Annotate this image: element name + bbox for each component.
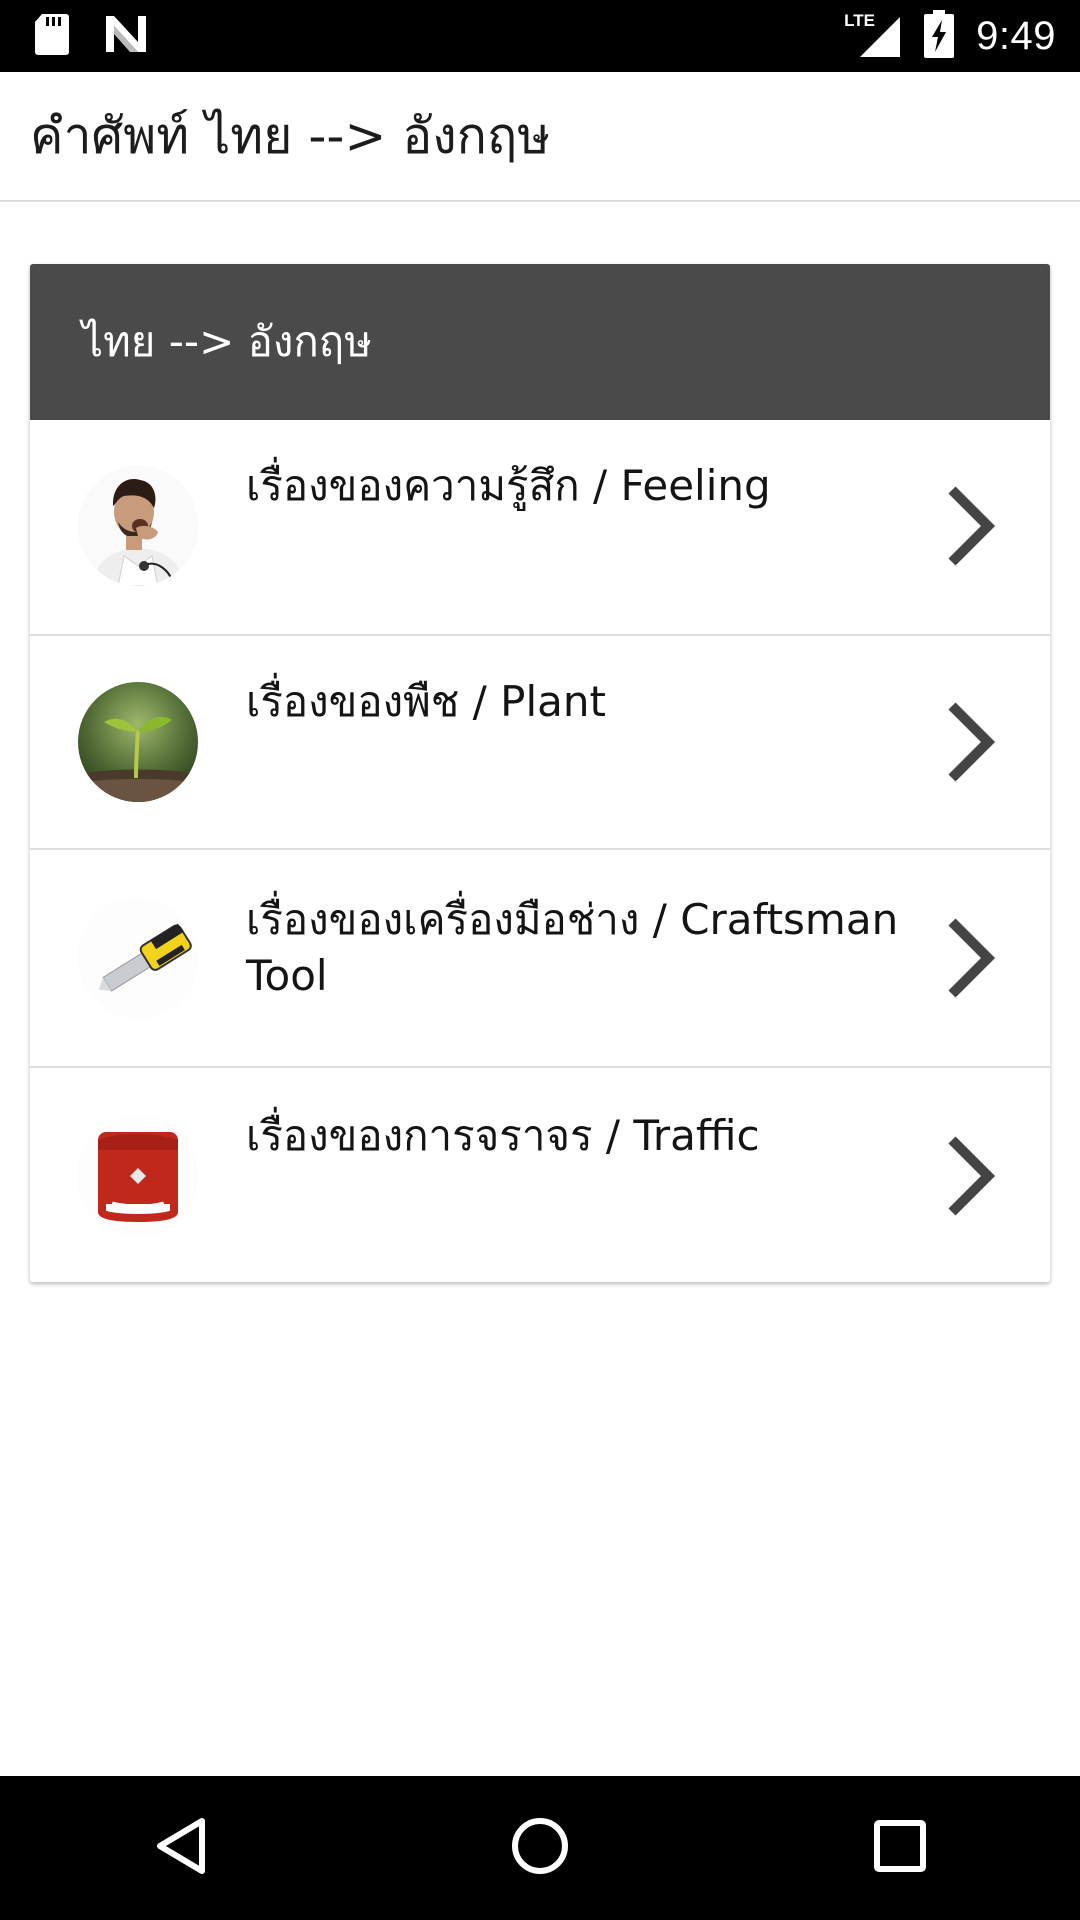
- status-clock: 9:49: [976, 13, 1056, 58]
- recents-button[interactable]: [840, 1788, 960, 1908]
- chevron-right-icon: [946, 916, 996, 1000]
- card-header: ไทย --> อังกฤษ: [30, 264, 1050, 420]
- page-title: คำศัพท์ ไทย --> อังกฤษ: [30, 106, 551, 165]
- list-item-craftsman-tool[interactable]: เรื่องของเครื่องมือช่าง / Craftsman Tool: [30, 848, 1050, 1066]
- chevron-right-icon: [946, 1134, 996, 1218]
- red-tag-icon: [78, 1116, 198, 1236]
- home-button[interactable]: [480, 1788, 600, 1908]
- utility-knife-icon: [78, 898, 198, 1018]
- lte-signal-icon: LTE: [844, 11, 902, 59]
- category-list: เรื่องของความรู้สึก / Feeling เรื่องของพ…: [30, 420, 1050, 1282]
- recents-icon: [873, 1819, 927, 1877]
- list-item-traffic[interactable]: เรื่องของการจราจร / Traffic: [30, 1066, 1050, 1282]
- n-logo-icon: [104, 14, 148, 58]
- list-item-label: เรื่องของความรู้สึก / Feeling: [246, 461, 771, 510]
- list-item-plant[interactable]: เรื่องของพืช / Plant: [30, 634, 1050, 848]
- category-card: ไทย --> อังกฤษ เรื่องของความรู้สึก / Fee…: [30, 264, 1050, 1282]
- status-bar: LTE 9:49: [0, 0, 1080, 72]
- chevron-right-icon: [946, 700, 996, 784]
- list-item-label: เรื่องของเครื่องมือช่าง / Craftsman Tool: [246, 895, 899, 1000]
- yawning-man-icon: [78, 466, 198, 586]
- system-nav-bar: [0, 1776, 1080, 1920]
- sd-card-icon: [34, 12, 70, 60]
- list-item-label: เรื่องของการจราจร / Traffic: [246, 1111, 760, 1160]
- list-item-label: เรื่องของพืช / Plant: [246, 677, 606, 726]
- chevron-right-icon: [946, 484, 996, 568]
- back-icon: [152, 1816, 208, 1880]
- list-item-feeling[interactable]: เรื่องของความรู้สึก / Feeling: [30, 420, 1050, 634]
- app-toolbar: คำศัพท์ ไทย --> อังกฤษ: [0, 72, 1080, 202]
- card-title: ไทย --> อังกฤษ: [82, 317, 372, 366]
- home-icon: [510, 1816, 570, 1880]
- battery-charging-icon: [924, 10, 955, 62]
- seedling-icon: [78, 682, 198, 802]
- back-button[interactable]: [120, 1788, 240, 1908]
